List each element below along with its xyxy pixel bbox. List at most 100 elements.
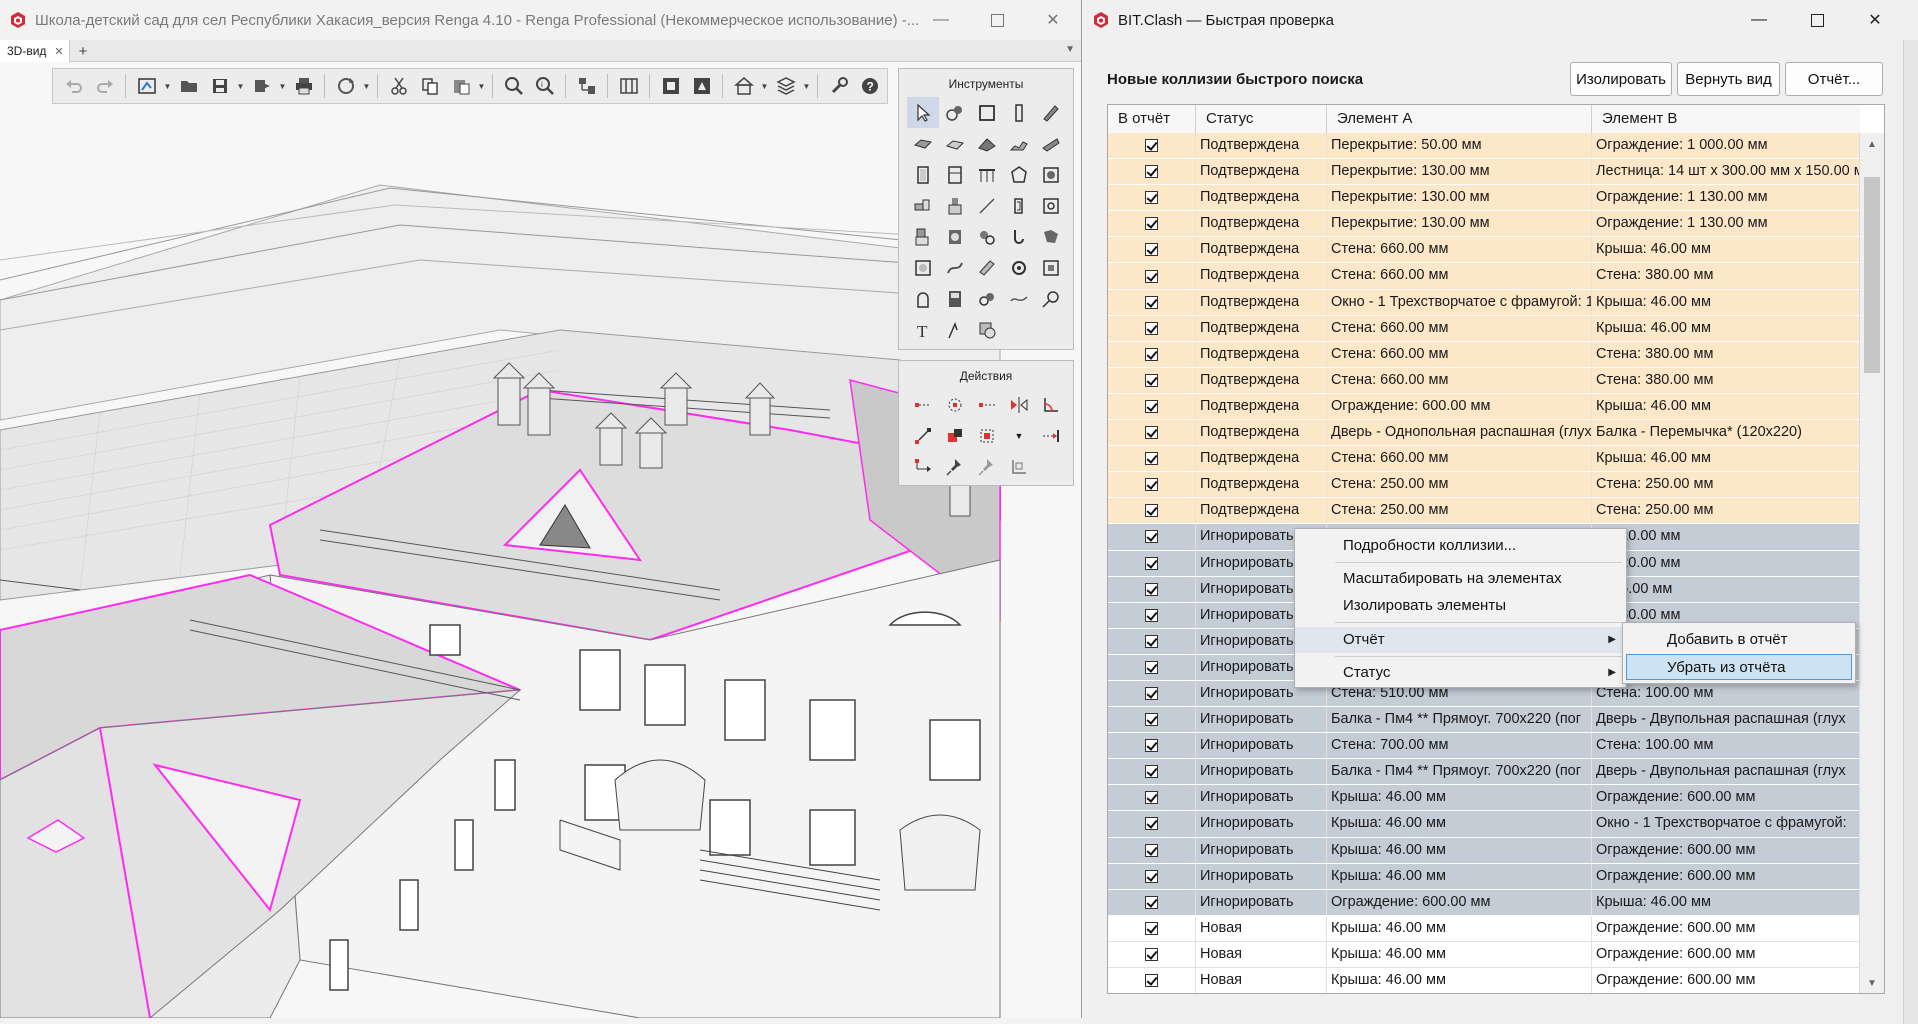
in-report-checkbox[interactable] xyxy=(1145,660,1158,674)
unpin-action-button[interactable] xyxy=(971,451,1003,482)
cut-button[interactable] xyxy=(384,72,413,100)
in-report-checkbox[interactable] xyxy=(1145,139,1158,153)
panel-tool-button[interactable] xyxy=(939,283,971,314)
chevron-down-icon[interactable]: ▼ xyxy=(278,72,287,100)
extend-action-button[interactable] xyxy=(1035,420,1067,451)
close-button[interactable]: ✕ xyxy=(1846,0,1904,40)
visibility-button[interactable] xyxy=(656,72,685,100)
switch-tool-button[interactable] xyxy=(971,283,1003,314)
menu-item-remove-from-report[interactable]: Убрать из отчёта xyxy=(1626,654,1852,680)
menu-item-zoom-to-elements[interactable]: Масштабировать на элементах xyxy=(1295,566,1626,592)
axis-tool-button[interactable] xyxy=(1035,283,1067,314)
assembly-tool-button[interactable] xyxy=(939,97,971,128)
in-report-checkbox[interactable] xyxy=(1145,373,1158,387)
table-row[interactable]: Игнорировать Крыша: 46.00 мм Ограждение: 6… xyxy=(1108,785,1860,812)
duct-tool-button[interactable] xyxy=(939,221,971,252)
table-row[interactable]: Подтверждена Ограждение: 600.00 мм Крыша: … xyxy=(1108,393,1860,421)
cable-tray-tool-button[interactable] xyxy=(971,252,1003,283)
sync-button[interactable] xyxy=(331,72,360,100)
maximize-button[interactable] xyxy=(969,0,1025,40)
copy-action-button[interactable] xyxy=(971,389,1003,420)
paste-button[interactable] xyxy=(446,72,475,100)
plumbing-tool-button[interactable] xyxy=(1035,190,1067,221)
export-button[interactable] xyxy=(247,72,276,100)
in-report-checkbox[interactable] xyxy=(1145,921,1158,935)
stairs-tool-button[interactable] xyxy=(1003,128,1035,159)
in-report-checkbox[interactable] xyxy=(1145,243,1158,257)
table-row[interactable]: Новая Крыша: 46.00 мм Ограждение: 600.00 м… xyxy=(1108,941,1860,968)
in-report-checkbox[interactable] xyxy=(1145,295,1158,309)
scroll-up-icon[interactable]: ▲ xyxy=(1860,139,1884,150)
save-button[interactable] xyxy=(205,72,234,100)
undo-button[interactable] xyxy=(59,72,88,100)
tab-3d-view[interactable]: 3D-вид ✕ xyxy=(0,40,70,62)
equipment-tool-button[interactable] xyxy=(1035,159,1067,190)
in-report-checkbox[interactable] xyxy=(1145,269,1158,283)
rotate-action-button[interactable] xyxy=(939,389,971,420)
column-header-element-b[interactable]: Элемент В xyxy=(1592,105,1860,133)
light-fixture-tool-button[interactable] xyxy=(1035,252,1067,283)
table-row[interactable]: Подтверждена Стена: 660.00 мм Стена: 380.0… xyxy=(1108,367,1860,394)
in-report-checkbox[interactable] xyxy=(1145,556,1158,570)
angle-action-button[interactable] xyxy=(1035,389,1067,420)
door-tool-button[interactable] xyxy=(907,159,939,190)
table-row[interactable]: Подтверждена Перекрытие: 50.00 мм Огражден… xyxy=(1108,133,1860,160)
conduit-tool-button[interactable] xyxy=(1003,252,1035,283)
in-report-checkbox[interactable] xyxy=(1145,582,1158,596)
table-row[interactable]: Игнорировать Балка - Пм4 ** Прямоуг. 700х… xyxy=(1108,759,1860,786)
pipe-tool-button[interactable] xyxy=(907,190,939,221)
in-report-checkbox[interactable] xyxy=(1145,817,1158,831)
zoom-button[interactable] xyxy=(499,72,528,100)
table-row[interactable]: Игнорировать Балка - Пм4 ** Прямоуг. 700х… xyxy=(1108,707,1860,734)
in-report-checkbox[interactable] xyxy=(1145,165,1158,179)
beam-tool-button[interactable] xyxy=(1035,97,1067,128)
table-row[interactable]: Игнорировать Крыша: 46.00 мм Окно - 1 Трех… xyxy=(1108,811,1860,838)
maximize-button[interactable] xyxy=(1788,0,1846,40)
replace-action-button[interactable] xyxy=(939,420,971,451)
restore-view-button[interactable]: Вернуть вид xyxy=(1677,62,1780,96)
table-row[interactable]: Игнорировать Ограждение: 600.00 мм Крыша: … xyxy=(1108,889,1860,916)
table-row[interactable]: Подтверждена Стена: 250.00 мм Стена: 250.0… xyxy=(1108,472,1860,499)
in-report-checkbox[interactable] xyxy=(1145,530,1158,544)
in-report-checkbox[interactable] xyxy=(1145,608,1158,622)
table-row[interactable]: Новая Крыша: 46.00 мм Ограждение: 600.00 м… xyxy=(1108,968,1860,993)
cable-tool-button[interactable] xyxy=(939,252,971,283)
duct-fitting-tool-button[interactable] xyxy=(1003,221,1035,252)
in-report-checkbox[interactable] xyxy=(1145,504,1158,518)
column-header-in-report[interactable]: В отчёт xyxy=(1108,105,1196,133)
help-button[interactable]: ? xyxy=(855,72,884,100)
chevron-down-icon[interactable]: ▼ xyxy=(163,72,172,100)
electric-tool-button[interactable] xyxy=(907,252,939,283)
building-button[interactable] xyxy=(729,72,758,100)
lamp-tool-button[interactable] xyxy=(907,283,939,314)
table-row[interactable]: Новая Крыша: 46.00 мм Ограждение: 600.00 м… xyxy=(1108,915,1860,942)
table-row[interactable]: Подтверждена Стена: 660.00 мм Стена: 380.0… xyxy=(1108,263,1860,290)
in-report-checkbox[interactable] xyxy=(1145,399,1158,413)
chevron-down-icon[interactable]: ▼ xyxy=(802,72,811,100)
dimension-tool-button[interactable] xyxy=(939,314,971,345)
menu-item-isolate-elements[interactable]: Изолировать элементы xyxy=(1295,593,1626,619)
in-report-checkbox[interactable] xyxy=(1145,478,1158,492)
opening-tool-button[interactable] xyxy=(1003,190,1035,221)
hatch-tool-button[interactable] xyxy=(971,314,1003,345)
table-row[interactable]: Подтверждена Стена: 660.00 мм Стена: 380.0… xyxy=(1108,341,1860,368)
tab-close-icon[interactable]: ✕ xyxy=(54,45,63,58)
in-report-checkbox[interactable] xyxy=(1145,895,1158,909)
move-action-button[interactable] xyxy=(907,389,939,420)
visibility-mode-button[interactable] xyxy=(687,72,716,100)
open-button[interactable] xyxy=(174,72,203,100)
text-tool-button[interactable]: T xyxy=(907,314,939,345)
element-tool-button[interactable] xyxy=(1003,159,1035,190)
menu-item-report[interactable]: Отчёт ▶ xyxy=(1295,627,1626,653)
in-report-checkbox[interactable] xyxy=(1145,869,1158,883)
ventilation-tool-button[interactable] xyxy=(1035,221,1067,252)
chevron-down-icon[interactable]: ▼ xyxy=(477,72,486,100)
chevron-down-icon[interactable]: ▼ xyxy=(362,72,371,100)
mirror-action-button[interactable] xyxy=(1003,389,1035,420)
settings-button[interactable] xyxy=(824,72,853,100)
table-row[interactable]: Подтверждена Стена: 660.00 мм Крыша: 46.00… xyxy=(1108,315,1860,342)
column-header-element-a[interactable]: Элемент А xyxy=(1327,105,1592,133)
close-button[interactable]: ✕ xyxy=(1025,0,1081,40)
table-row[interactable]: Подтверждена Окно - 1 Трехстворчатое с фр… xyxy=(1108,289,1860,316)
chevron-down-icon[interactable]: ▼ xyxy=(236,72,245,100)
